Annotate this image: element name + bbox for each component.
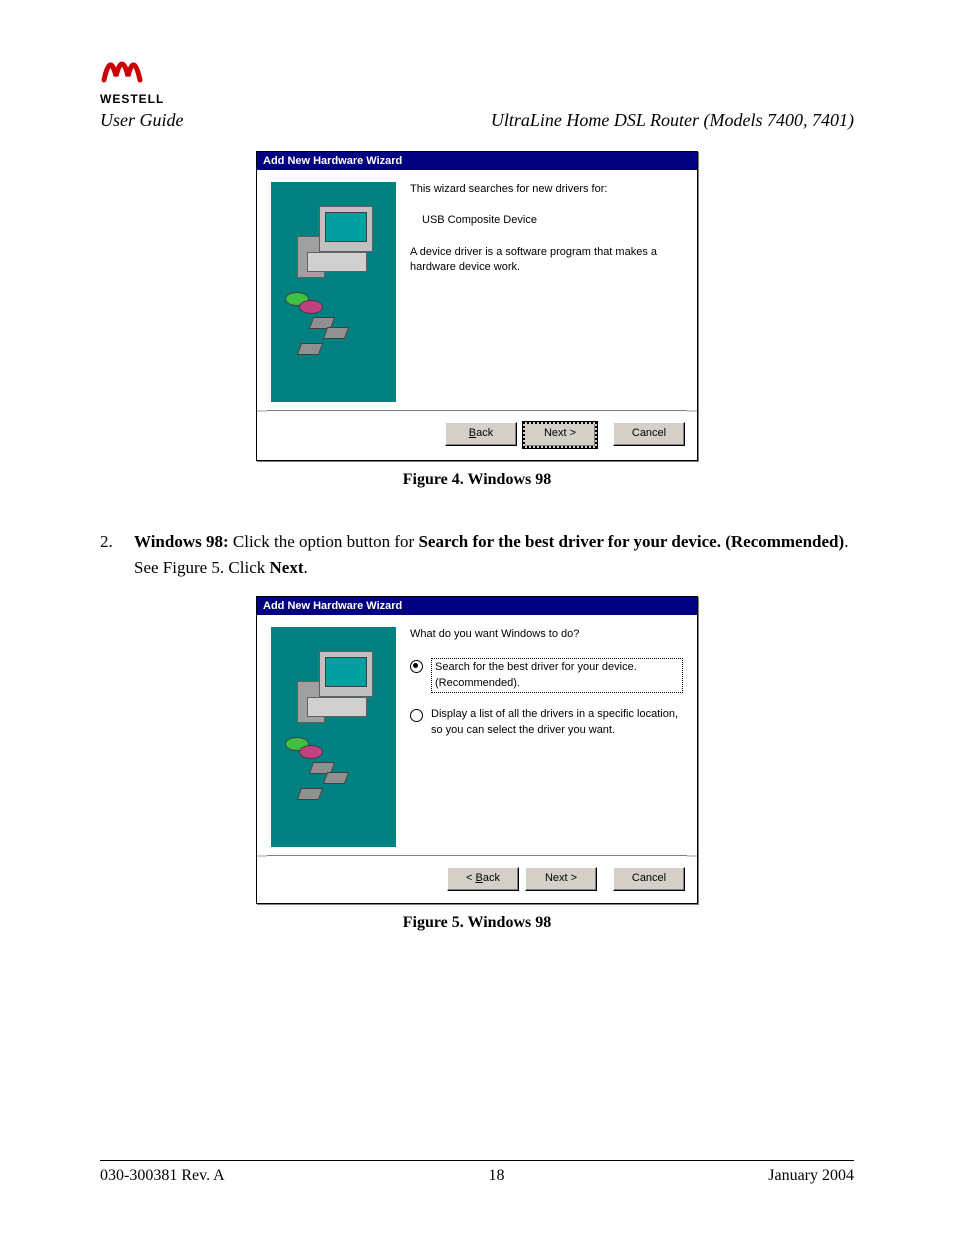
step-body: Windows 98: Click the option button for … xyxy=(134,529,854,580)
footer-page-number: 18 xyxy=(488,1167,504,1185)
radio-option-display-list[interactable]: Display a list of all the drivers in a s… xyxy=(410,707,683,738)
logo-block: WESTELL User Guide xyxy=(100,50,184,131)
wizard-prompt: What do you want Windows to do? xyxy=(410,627,683,642)
dialog-body: This wizard searches for new drivers for… xyxy=(257,170,697,410)
page-header: WESTELL User Guide UltraLine Home DSL Ro… xyxy=(100,50,854,131)
westell-logo-icon xyxy=(100,50,160,90)
cancel-button[interactable]: Cancel xyxy=(613,867,685,891)
radio-option-search[interactable]: Search for the best driver for your devi… xyxy=(410,658,683,693)
header-right: UltraLine Home DSL Router (Models 7400, … xyxy=(491,110,854,131)
wizard-graphic-icon xyxy=(271,627,396,847)
dialog-buttons: < Back Next > Cancel xyxy=(257,857,697,903)
dialog-body: What do you want Windows to do? Search f… xyxy=(257,615,697,855)
back-button[interactable]: Back xyxy=(445,422,517,446)
dialog-text: What do you want Windows to do? Search f… xyxy=(410,627,683,849)
figure-5-caption: Figure 5. Windows 98 xyxy=(100,914,854,932)
header-left: User Guide xyxy=(100,110,184,131)
brand-name: WESTELL xyxy=(100,92,164,106)
hardware-wizard-dialog-2: Add New Hardware Wizard What do you want… xyxy=(256,596,698,904)
dialog-text: This wizard searches for new drivers for… xyxy=(410,182,683,404)
hardware-wizard-dialog-1: Add New Hardware Wizard This wizard sear… xyxy=(256,151,698,461)
radio-icon xyxy=(410,660,423,673)
page: WESTELL User Guide UltraLine Home DSL Ro… xyxy=(0,0,954,1235)
next-button[interactable]: Next > xyxy=(525,867,597,891)
device-name: USB Composite Device xyxy=(410,213,683,228)
cancel-button[interactable]: Cancel xyxy=(613,422,685,446)
radio-label: Display a list of all the drivers in a s… xyxy=(431,707,683,738)
dialog-buttons: Back Next > Cancel xyxy=(257,412,697,460)
page-footer: 030-300381 Rev. A 18 January 2004 xyxy=(100,1160,854,1185)
back-button[interactable]: < Back xyxy=(447,867,519,891)
step-number: 2. xyxy=(100,529,134,580)
wizard-intro: This wizard searches for new drivers for… xyxy=(410,182,683,197)
radio-icon xyxy=(410,709,423,722)
dialog-title: Add New Hardware Wizard xyxy=(257,152,697,170)
instruction-step-2: 2. Windows 98: Click the option button f… xyxy=(100,529,854,580)
wizard-graphic-icon xyxy=(271,182,396,402)
driver-explanation: A device driver is a software program th… xyxy=(410,245,683,276)
next-button[interactable]: Next > xyxy=(523,422,597,448)
radio-label: Search for the best driver for your devi… xyxy=(431,658,683,693)
dialog-title: Add New Hardware Wizard xyxy=(257,597,697,615)
footer-rev: 030-300381 Rev. A xyxy=(100,1167,225,1185)
figure-4-caption: Figure 4. Windows 98 xyxy=(100,471,854,489)
footer-date: January 2004 xyxy=(768,1167,854,1185)
